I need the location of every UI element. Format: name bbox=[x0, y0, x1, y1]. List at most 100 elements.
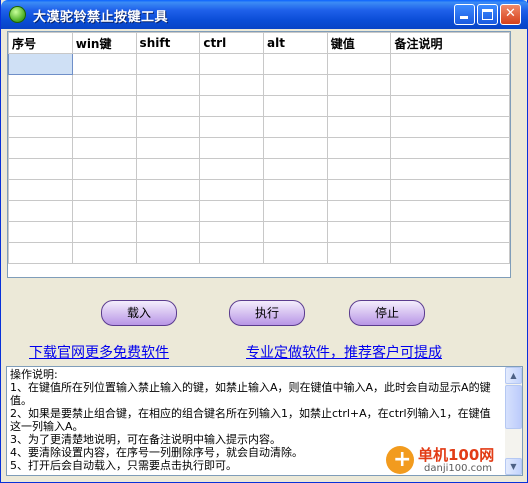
grid-cell[interactable] bbox=[390, 53, 510, 75]
grid-cell[interactable] bbox=[71, 116, 137, 138]
grid-cell[interactable] bbox=[135, 179, 201, 201]
grid-cell[interactable] bbox=[326, 158, 392, 180]
grid-cell[interactable] bbox=[326, 116, 392, 138]
watermark-circle-icon: + bbox=[386, 446, 414, 474]
grid-cell[interactable] bbox=[71, 74, 137, 96]
close-icon: ✕ bbox=[505, 6, 516, 21]
grid-cell[interactable] bbox=[71, 53, 137, 75]
scroll-thumb[interactable] bbox=[505, 385, 522, 429]
column-header-index[interactable]: 序号 bbox=[8, 32, 73, 54]
grid-cell[interactable] bbox=[8, 116, 73, 138]
grid-cell[interactable] bbox=[263, 221, 328, 243]
grid-cell[interactable] bbox=[326, 74, 392, 96]
grid-cell[interactable] bbox=[263, 242, 328, 264]
download-link[interactable]: 下载官网更多免费软件 bbox=[29, 342, 169, 362]
grid-cell[interactable] bbox=[8, 137, 73, 159]
grid-cell[interactable] bbox=[390, 137, 510, 159]
custom-software-link[interactable]: 专业定做软件，推荐客户可提成 bbox=[246, 342, 442, 362]
grid-cell[interactable] bbox=[135, 116, 201, 138]
watermark-name: 单机100网 bbox=[418, 446, 495, 464]
grid-cell[interactable] bbox=[326, 137, 392, 159]
maximize-icon bbox=[482, 9, 493, 20]
grid-cell[interactable] bbox=[199, 242, 265, 264]
grid-cell[interactable] bbox=[199, 95, 265, 117]
grid-cell[interactable] bbox=[263, 74, 328, 96]
grid-cell[interactable] bbox=[71, 158, 137, 180]
grid-cell[interactable] bbox=[199, 116, 265, 138]
grid-cell[interactable] bbox=[390, 116, 510, 138]
key-grid[interactable]: 序号 win键 shift ctrl alt 键值 备注说明 bbox=[7, 31, 511, 278]
load-button[interactable]: 载入 bbox=[101, 300, 177, 326]
column-header-alt[interactable]: alt bbox=[263, 32, 328, 54]
column-header-remark[interactable]: 备注说明 bbox=[390, 32, 510, 54]
maximize-button[interactable] bbox=[477, 4, 498, 25]
table-row bbox=[8, 179, 510, 201]
scroll-up-button[interactable]: ▲ bbox=[505, 367, 522, 384]
grid-cell[interactable] bbox=[326, 179, 392, 201]
column-header-shift[interactable]: shift bbox=[135, 32, 201, 54]
grid-cell[interactable] bbox=[390, 200, 510, 222]
grid-cell[interactable] bbox=[135, 158, 201, 180]
grid-cell[interactable] bbox=[71, 242, 137, 264]
grid-table: 序号 win键 shift ctrl alt 键值 备注说明 bbox=[8, 32, 510, 264]
grid-cell[interactable] bbox=[8, 95, 73, 117]
grid-cell[interactable] bbox=[199, 200, 265, 222]
grid-cell[interactable] bbox=[8, 200, 73, 222]
grid-cell[interactable] bbox=[8, 53, 73, 75]
grid-cell[interactable] bbox=[263, 137, 328, 159]
grid-cell[interactable] bbox=[390, 158, 510, 180]
grid-cell[interactable] bbox=[199, 221, 265, 243]
grid-cell[interactable] bbox=[326, 242, 392, 264]
grid-cell[interactable] bbox=[135, 74, 201, 96]
watermark-url: danji100.com bbox=[424, 463, 492, 474]
grid-cell[interactable] bbox=[199, 158, 265, 180]
grid-cell[interactable] bbox=[135, 242, 201, 264]
grid-cell[interactable] bbox=[199, 53, 265, 75]
grid-cell[interactable] bbox=[8, 74, 73, 96]
grid-cell[interactable] bbox=[390, 179, 510, 201]
grid-cell[interactable] bbox=[326, 53, 392, 75]
grid-cell[interactable] bbox=[8, 158, 73, 180]
grid-cell[interactable] bbox=[390, 95, 510, 117]
grid-cell[interactable] bbox=[8, 221, 73, 243]
grid-header-row: 序号 win键 shift ctrl alt 键值 备注说明 bbox=[8, 32, 510, 54]
grid-cell[interactable] bbox=[8, 242, 73, 264]
grid-cell[interactable] bbox=[263, 179, 328, 201]
grid-cell[interactable] bbox=[71, 137, 137, 159]
close-button[interactable]: ✕ bbox=[500, 4, 521, 25]
minimize-button[interactable] bbox=[454, 4, 475, 25]
column-header-keyvalue[interactable]: 键值 bbox=[326, 32, 392, 54]
grid-cell[interactable] bbox=[326, 200, 392, 222]
grid-cell[interactable] bbox=[199, 137, 265, 159]
grid-cell[interactable] bbox=[326, 221, 392, 243]
grid-cell[interactable] bbox=[135, 221, 201, 243]
grid-cell[interactable] bbox=[135, 137, 201, 159]
grid-cell[interactable] bbox=[263, 116, 328, 138]
grid-cell[interactable] bbox=[8, 179, 73, 201]
column-header-win[interactable]: win键 bbox=[71, 32, 137, 54]
title-bar[interactable]: 大漠驼铃禁止按键工具 ✕ bbox=[1, 0, 528, 29]
grid-cell[interactable] bbox=[263, 95, 328, 117]
table-row bbox=[8, 137, 510, 159]
grid-cell[interactable] bbox=[71, 200, 137, 222]
grid-cell[interactable] bbox=[263, 158, 328, 180]
grid-cell[interactable] bbox=[135, 95, 201, 117]
grid-cell[interactable] bbox=[199, 74, 265, 96]
grid-cell[interactable] bbox=[71, 95, 137, 117]
table-row bbox=[8, 74, 510, 96]
grid-cell[interactable] bbox=[390, 242, 510, 264]
grid-cell[interactable] bbox=[263, 53, 328, 75]
grid-cell[interactable] bbox=[390, 221, 510, 243]
grid-cell[interactable] bbox=[135, 200, 201, 222]
grid-cell[interactable] bbox=[71, 221, 137, 243]
grid-cell[interactable] bbox=[199, 179, 265, 201]
watermark-logo: + 单机100网 danji100.com bbox=[386, 444, 526, 480]
column-header-ctrl[interactable]: ctrl bbox=[199, 32, 265, 54]
grid-cell[interactable] bbox=[390, 74, 510, 96]
execute-button[interactable]: 执行 bbox=[229, 300, 305, 326]
grid-cell[interactable] bbox=[326, 95, 392, 117]
grid-cell[interactable] bbox=[71, 179, 137, 201]
stop-button[interactable]: 停止 bbox=[349, 300, 425, 326]
grid-cell[interactable] bbox=[135, 53, 201, 75]
grid-cell[interactable] bbox=[263, 200, 328, 222]
